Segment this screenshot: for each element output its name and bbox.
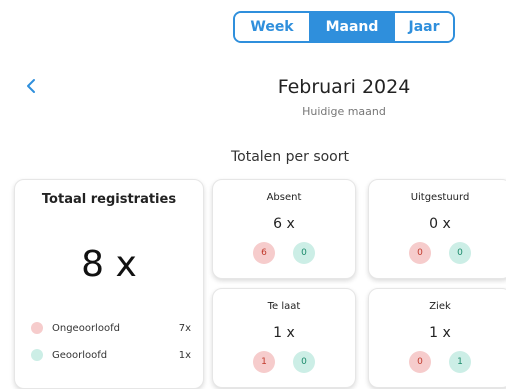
legend-count: 7x xyxy=(178,322,191,334)
category-title: Absent xyxy=(266,192,302,203)
tab-week[interactable]: Week xyxy=(235,13,309,41)
category-badges: 6 0 xyxy=(213,242,355,264)
unauthorized-badge: 0 xyxy=(409,242,431,264)
page-title: Februari 2024 xyxy=(277,76,411,98)
unauthorized-badge: 1 xyxy=(253,351,275,373)
chevron-left-icon xyxy=(27,79,35,93)
authorized-dot-icon xyxy=(31,349,43,361)
legend-label: Geoorloofd xyxy=(52,349,108,361)
category-card-te-laat[interactable]: Te laat 1 x 1 0 xyxy=(212,288,356,388)
category-count: 1 x xyxy=(429,325,451,341)
authorized-badge: 0 xyxy=(293,242,315,264)
unauthorized-badge: 0 xyxy=(409,351,431,373)
period-selector: Week Maand Jaar xyxy=(233,11,455,43)
category-title: Ziek xyxy=(429,301,451,312)
legend-count: 1x xyxy=(178,349,191,361)
category-title: Te laat xyxy=(267,301,301,312)
category-badges: 0 0 xyxy=(369,242,506,264)
legend-label: Ongeoorloofd xyxy=(52,322,120,334)
category-count: 1 x xyxy=(273,325,295,341)
category-title: Uitgestuurd xyxy=(410,192,470,203)
total-count: 8 x xyxy=(81,244,137,285)
legend-item-authorized: Geoorloofd 1x xyxy=(31,346,191,364)
tab-year[interactable]: Jaar xyxy=(394,13,453,41)
category-count: 6 x xyxy=(273,216,295,232)
total-registrations-card: Totaal registraties 8 x Ongeoorloofd 7x … xyxy=(14,179,204,389)
total-card-title: Totaal registraties xyxy=(41,192,177,207)
authorized-badge: 0 xyxy=(293,351,315,373)
previous-month-button[interactable] xyxy=(20,74,42,98)
unauthorized-badge: 6 xyxy=(253,242,275,264)
category-badges: 0 1 xyxy=(369,351,506,373)
page-subtitle: Huidige maand xyxy=(302,105,386,118)
category-count: 0 x xyxy=(429,216,451,232)
category-card-ziek[interactable]: Ziek 1 x 0 1 xyxy=(368,288,506,388)
category-badges: 1 0 xyxy=(213,351,355,373)
authorized-badge: 0 xyxy=(449,242,471,264)
unauthorized-dot-icon xyxy=(31,322,43,334)
section-title: Totalen per soort xyxy=(230,149,349,165)
category-card-uitgestuurd[interactable]: Uitgestuurd 0 x 0 0 xyxy=(368,179,506,279)
category-card-absent[interactable]: Absent 6 x 6 0 xyxy=(212,179,356,279)
tab-month[interactable]: Maand xyxy=(309,13,394,41)
authorized-badge: 1 xyxy=(449,351,471,373)
legend-item-unauthorized: Ongeoorloofd 7x xyxy=(31,319,191,337)
